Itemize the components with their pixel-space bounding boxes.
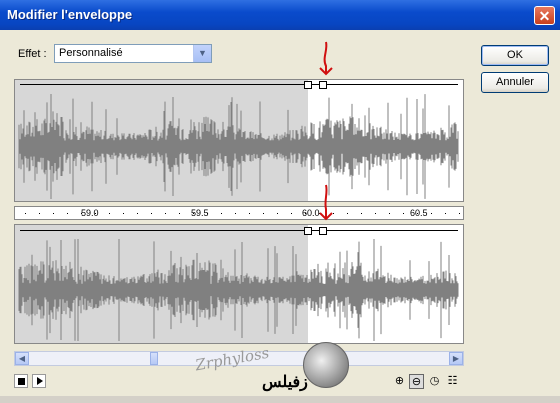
ruler-tick xyxy=(39,213,40,214)
ruler-tick xyxy=(207,213,208,214)
ruler-tick xyxy=(249,213,250,214)
ruler-tick xyxy=(53,213,54,214)
waveform-trace xyxy=(18,94,459,199)
ruler-tick xyxy=(263,213,264,214)
ruler-tick xyxy=(151,213,152,214)
zoom-in-icon[interactable]: ⊕ xyxy=(392,374,407,389)
ruler-tick xyxy=(193,213,194,214)
waveform-bottom xyxy=(18,239,459,341)
effect-selected-value: Personnalisé xyxy=(59,47,123,59)
annotation-arrow-icon xyxy=(319,184,333,221)
ruler-tick xyxy=(277,213,278,214)
play-icon xyxy=(37,377,43,385)
scroll-right-icon[interactable]: ▶ xyxy=(449,352,463,365)
window-title: Modifier l'enveloppe xyxy=(7,7,133,22)
ruler-tick xyxy=(25,213,26,214)
ruler-tick xyxy=(109,213,110,214)
ruler-tick xyxy=(221,213,222,214)
ruler-tick xyxy=(417,213,418,214)
play-button[interactable] xyxy=(32,374,46,388)
zoom-out-icon[interactable]: ⊖ xyxy=(409,374,424,389)
scroll-left-icon[interactable]: ◀ xyxy=(15,352,29,365)
ruler-tick xyxy=(67,213,68,214)
ruler-tick xyxy=(95,213,96,214)
ruler-tick xyxy=(389,213,390,214)
envelope-handle[interactable] xyxy=(319,227,327,235)
ruler-tick xyxy=(445,213,446,214)
stop-button[interactable] xyxy=(14,374,28,388)
ruler-tick xyxy=(179,213,180,214)
time-ruler: 59.0 59.5 60.0 60.5 xyxy=(14,206,464,220)
close-button[interactable]: ✕ xyxy=(534,6,555,25)
annotation-arrow-icon xyxy=(319,41,333,76)
ruler-tick xyxy=(305,213,306,214)
effect-label: Effet : xyxy=(18,48,47,60)
ruler-tick xyxy=(459,213,460,214)
waveform-panel-bottom[interactable] xyxy=(14,224,464,344)
ruler-tick xyxy=(375,213,376,214)
ruler-tick xyxy=(81,213,82,214)
waveform-top xyxy=(18,94,459,199)
envelope-handle[interactable] xyxy=(304,227,312,235)
zoom-full-icon[interactable]: ◷ xyxy=(427,374,442,389)
waveform-panel-top[interactable] xyxy=(14,79,464,202)
zoom-selection-icon[interactable]: ☷ xyxy=(445,374,460,389)
watermark-logo xyxy=(303,342,349,388)
envelope-handle[interactable] xyxy=(304,81,312,89)
ruler-tick xyxy=(235,213,236,214)
envelope-line[interactable] xyxy=(20,84,458,85)
ruler-tick xyxy=(137,213,138,214)
watermark-script: Zrphyloss xyxy=(194,343,271,375)
chevron-down-icon[interactable]: ▼ xyxy=(193,45,211,62)
ruler-tick xyxy=(361,213,362,214)
scroll-thumb[interactable] xyxy=(150,352,158,365)
envelope-line[interactable] xyxy=(20,230,458,231)
ruler-label: 60.5 xyxy=(410,208,428,218)
window-bottom-edge xyxy=(0,396,560,403)
watermark-arabic: زفيلس xyxy=(262,374,308,391)
cancel-button[interactable]: Annuler xyxy=(481,72,549,93)
ok-button[interactable]: OK xyxy=(481,45,549,66)
close-icon: ✕ xyxy=(538,8,551,24)
effect-select[interactable]: Personnalisé ▼ xyxy=(54,44,212,63)
ruler-tick xyxy=(431,213,432,214)
envelope-handle[interactable] xyxy=(319,81,327,89)
ruler-tick xyxy=(291,213,292,214)
title-bar: Modifier l'enveloppe ✕ xyxy=(0,0,560,30)
ruler-tick xyxy=(403,213,404,214)
ruler-tick xyxy=(165,213,166,214)
stop-icon xyxy=(18,378,25,385)
ruler-tick xyxy=(123,213,124,214)
waveform-trace xyxy=(18,239,459,341)
